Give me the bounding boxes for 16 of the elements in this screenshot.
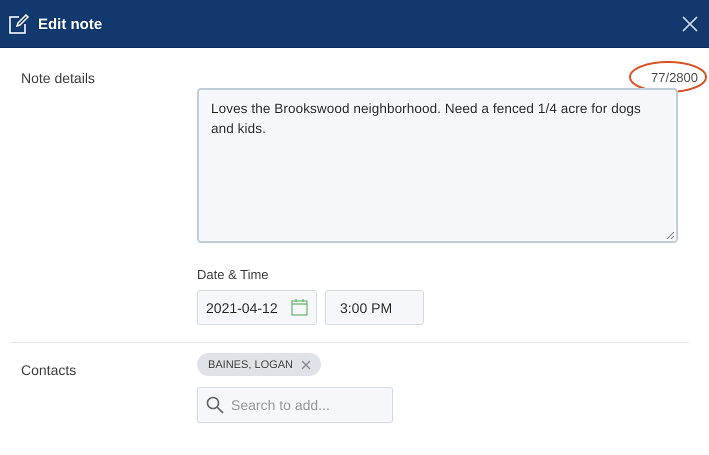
note-textarea[interactable]: Loves the Brookswood neighborhood. Need a fenced 1/4 acre for dogs and kids. [197, 88, 678, 243]
field-label: Date & Time [197, 267, 270, 282]
time-field[interactable]: 3:00 PM [325, 290, 424, 325]
edit-icon [8, 14, 29, 34]
field-label: Note details [21, 70, 96, 88]
resize-grip-icon[interactable] [666, 231, 674, 239]
remove-button[interactable] [300, 360, 311, 370]
contact-name: BAINES, LOGAN [208, 358, 293, 370]
calendar-icon[interactable] [291, 299, 308, 316]
search-field[interactable]: Search to add... [197, 387, 393, 423]
search-icon [206, 396, 224, 414]
date-field[interactable]: 2021-04-12 [197, 290, 317, 325]
close-button[interactable] [681, 15, 699, 33]
window-title: Edit note [38, 16, 104, 32]
field-label: Contacts [21, 362, 78, 380]
character-counter: 77/2800 [651, 70, 698, 87]
